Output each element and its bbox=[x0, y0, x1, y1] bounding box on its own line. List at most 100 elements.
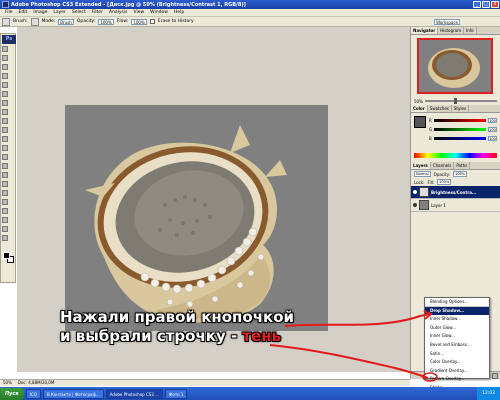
eye-icon[interactable] bbox=[413, 203, 417, 207]
blend-mode-select[interactable]: Normal bbox=[414, 171, 431, 177]
hand-tool-icon[interactable] bbox=[2, 226, 8, 232]
menu-item-satin[interactable]: Satin... bbox=[425, 350, 489, 359]
path-select-tool-icon[interactable] bbox=[2, 190, 8, 196]
menu-edit[interactable]: Edit bbox=[16, 10, 31, 15]
menu-item-color-overlay[interactable]: Color Overlay... bbox=[425, 358, 489, 367]
status-zoom[interactable]: 50% bbox=[3, 380, 12, 386]
close-button[interactable]: x bbox=[491, 1, 499, 8]
title-bar: Adobe Photoshop CS3 Extended - [Диск.jpg… bbox=[0, 0, 500, 9]
red-slider[interactable] bbox=[433, 119, 486, 122]
notes-tool-icon[interactable] bbox=[2, 208, 8, 214]
tab-swatches[interactable]: Swatches bbox=[428, 105, 452, 112]
color-panel: R 100 G 100 B 100 bbox=[411, 113, 500, 153]
menu-item-inner-glow[interactable]: Inner Glow... bbox=[425, 332, 489, 341]
menu-filter[interactable]: Filter bbox=[89, 10, 106, 15]
blur-tool-icon[interactable] bbox=[2, 154, 8, 160]
tab-channels[interactable]: Channels bbox=[431, 162, 455, 169]
status-doc-info[interactable]: Doc: 4,88M/20,0M bbox=[18, 380, 54, 386]
fill-field[interactable]: 100% bbox=[437, 179, 452, 185]
menu-layer[interactable]: Layer bbox=[50, 10, 69, 15]
menu-item-inner-shadow[interactable]: Inner Shadow... bbox=[425, 315, 489, 324]
maximize-button[interactable]: □ bbox=[482, 1, 490, 8]
trash-icon[interactable] bbox=[492, 373, 498, 379]
crop-tool-icon[interactable] bbox=[2, 82, 8, 88]
eye-icon[interactable] bbox=[413, 190, 417, 194]
marquee-tool-icon[interactable] bbox=[2, 55, 8, 61]
lasso-tool-icon[interactable] bbox=[2, 64, 8, 70]
navigator-zoom-value[interactable]: 50% bbox=[414, 99, 423, 104]
green-value[interactable]: 100 bbox=[488, 127, 497, 132]
menu-item-pattern-overlay[interactable]: Pattern Overlay... bbox=[425, 375, 489, 384]
shape-tool-icon[interactable] bbox=[2, 199, 8, 205]
green-label: G bbox=[429, 127, 433, 132]
quick-select-tool-icon[interactable] bbox=[2, 73, 8, 79]
tab-color[interactable]: Color bbox=[411, 105, 428, 112]
layer-style-context-menu: Blending Options... Drop Shadow... Inner… bbox=[424, 297, 490, 390]
taskbar-button-photoshop[interactable]: Adobe Photoshop CS3 ... bbox=[105, 388, 163, 399]
blue-slider[interactable] bbox=[433, 137, 486, 140]
color-swatch[interactable] bbox=[414, 116, 426, 128]
layer-row-layer1[interactable]: Layer 1 bbox=[411, 199, 500, 212]
tab-info[interactable]: Info bbox=[464, 27, 477, 34]
taskbar-button-photo[interactable]: Фото 1 bbox=[164, 388, 188, 399]
taskbar-button-vk[interactable]: В Контакте | Фотограф... bbox=[42, 388, 104, 399]
zoom-tool-icon[interactable] bbox=[2, 235, 8, 241]
color-spectrum-bar[interactable] bbox=[414, 153, 497, 158]
dodge-tool-icon[interactable] bbox=[2, 163, 8, 169]
eyedropper-tool-icon[interactable] bbox=[2, 217, 8, 223]
tab-paths[interactable]: Paths bbox=[454, 162, 471, 169]
opacity-field[interactable]: 100% bbox=[98, 18, 114, 25]
flow-field[interactable]: 100% bbox=[131, 18, 147, 25]
foreground-color-swatch[interactable] bbox=[3, 252, 10, 259]
menu-file[interactable]: File bbox=[2, 10, 16, 15]
red-value[interactable]: 100 bbox=[488, 118, 497, 123]
history-brush-tool-icon[interactable] bbox=[2, 127, 8, 133]
minimize-button[interactable]: _ bbox=[473, 1, 481, 8]
menu-image[interactable]: Image bbox=[30, 10, 50, 15]
menu-item-bevel-emboss[interactable]: Bevel and Emboss... bbox=[425, 341, 489, 350]
taskbar-button-icq[interactable]: ICQ bbox=[25, 388, 41, 399]
gradient-tool-icon[interactable] bbox=[2, 145, 8, 151]
green-slider[interactable] bbox=[434, 128, 486, 131]
brush-tool-icon[interactable] bbox=[2, 109, 8, 115]
start-button[interactable]: Пуск bbox=[0, 387, 24, 400]
eraser-tool-icon[interactable] bbox=[2, 136, 8, 142]
move-tool-icon[interactable] bbox=[2, 46, 8, 52]
menu-view[interactable]: View bbox=[130, 10, 147, 15]
navigator-preview[interactable] bbox=[417, 38, 493, 94]
navigator-zoom-slider[interactable] bbox=[424, 98, 497, 104]
brush-picker[interactable] bbox=[30, 17, 39, 26]
tab-navigator[interactable]: Navigator bbox=[411, 27, 439, 34]
menu-analysis[interactable]: Analysis bbox=[106, 10, 131, 15]
type-tool-icon[interactable] bbox=[2, 181, 8, 187]
stamp-tool-icon[interactable] bbox=[2, 118, 8, 124]
menu-item-blending-options[interactable]: Blending Options... bbox=[425, 298, 489, 307]
menu-item-outer-glow[interactable]: Outer Glow... bbox=[425, 324, 489, 333]
menu-help[interactable]: Help bbox=[171, 10, 187, 15]
menu-item-drop-shadow[interactable]: Drop Shadow... bbox=[425, 306, 489, 316]
blue-value[interactable]: 100 bbox=[488, 136, 497, 141]
document-canvas[interactable] bbox=[65, 105, 328, 331]
erase-history-label: Erase to History bbox=[157, 19, 194, 24]
layer-opacity-field[interactable]: 100% bbox=[453, 171, 468, 177]
system-tray-clock: 12:03 bbox=[477, 387, 500, 400]
healing-tool-icon[interactable] bbox=[2, 100, 8, 106]
pen-tool-icon[interactable] bbox=[2, 172, 8, 178]
mode-select[interactable]: Brush bbox=[58, 18, 74, 25]
navigator-tabs: Navigator Histogram Info bbox=[411, 27, 500, 35]
layer-row-adjustment[interactable]: Brightness/Contra... bbox=[411, 186, 500, 199]
menu-window[interactable]: Window bbox=[147, 10, 171, 15]
menu-item-gradient-overlay[interactable]: Gradient Overlay... bbox=[425, 367, 489, 376]
opacity-label: Opacity: bbox=[76, 19, 96, 24]
tab-styles[interactable]: Styles bbox=[452, 105, 470, 112]
workspace-dropdown[interactable]: Workspace bbox=[434, 18, 460, 25]
tab-layers[interactable]: Layers bbox=[411, 162, 431, 169]
menu-bar: File Edit Image Layer Select Filter Anal… bbox=[0, 9, 500, 17]
layer-thumbnail bbox=[419, 200, 429, 210]
layer-opacity-label: Opacity: bbox=[433, 171, 451, 177]
eraser-tool-icon[interactable] bbox=[2, 17, 10, 26]
menu-select[interactable]: Select bbox=[69, 10, 89, 15]
tab-histogram[interactable]: Histogram bbox=[438, 27, 464, 34]
erase-history-checkbox[interactable] bbox=[149, 19, 155, 24]
slice-tool-icon[interactable] bbox=[2, 91, 8, 97]
